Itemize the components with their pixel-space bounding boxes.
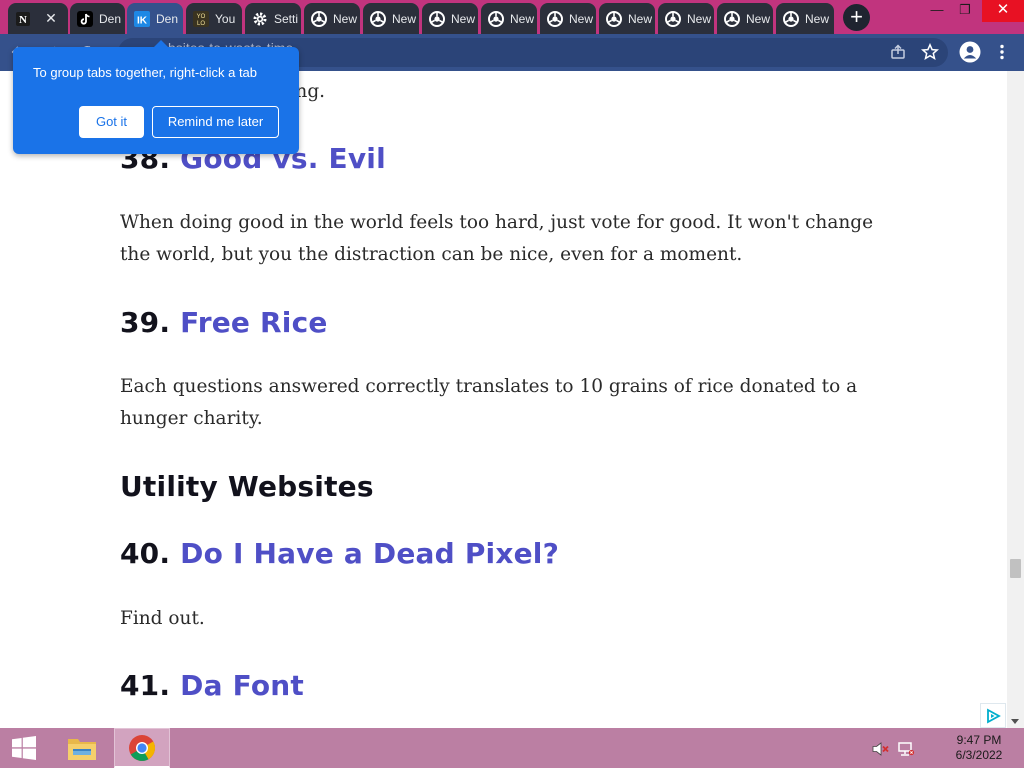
remind-me-later-button[interactable]: Remind me later bbox=[152, 106, 279, 138]
scroll-down-arrow-icon[interactable] bbox=[1011, 719, 1019, 724]
clock-date: 6/3/2022 bbox=[955, 748, 1003, 762]
tab-new-9[interactable]: New bbox=[776, 3, 834, 34]
chrome-icon bbox=[547, 10, 563, 27]
heading-item-40: 40. Do I Have a Dead Pixel? bbox=[120, 537, 559, 571]
yolo-icon: YO LO bbox=[193, 10, 209, 27]
taskbar: 9:47 PM 6/3/2022 bbox=[0, 728, 1024, 768]
profile-avatar-icon[interactable] bbox=[959, 41, 981, 63]
item-description: When doing good in the world feels too h… bbox=[120, 212, 874, 265]
clock-time: 9:47 PM bbox=[956, 733, 1002, 747]
promo-text: To group tabs together, right-click a ta… bbox=[33, 65, 258, 80]
page-viewport: nd of rain is soothing. 38. Good vs. Evi… bbox=[0, 71, 1024, 728]
notion-icon: N bbox=[15, 11, 31, 27]
tab-den-2[interactable]: IK Den bbox=[127, 3, 183, 34]
chrome-icon bbox=[429, 10, 445, 27]
window-close-icon[interactable]: ✕ bbox=[982, 0, 1024, 22]
svg-text:N: N bbox=[19, 14, 27, 26]
svg-text:IK: IK bbox=[137, 15, 148, 26]
bookmark-star-icon[interactable] bbox=[919, 41, 941, 63]
chrome-icon bbox=[311, 10, 327, 27]
new-tab-button[interactable]: + bbox=[843, 4, 870, 31]
svg-text:LO: LO bbox=[197, 21, 205, 27]
ik-icon: IK bbox=[134, 10, 150, 27]
page-scrollbar[interactable] bbox=[1007, 71, 1024, 728]
chrome-icon bbox=[783, 10, 799, 27]
item-number: 40. bbox=[120, 537, 181, 570]
got-it-button[interactable]: Got it bbox=[79, 106, 144, 138]
share-icon[interactable] bbox=[887, 41, 909, 63]
tab-den-1[interactable]: Den bbox=[70, 3, 125, 34]
svg-text:YO: YO bbox=[197, 14, 206, 20]
gear-icon bbox=[252, 11, 268, 27]
tab-new-7[interactable]: New bbox=[658, 3, 714, 34]
speaker-muted-icon[interactable] bbox=[872, 740, 890, 758]
chrome-taskbar-icon[interactable] bbox=[114, 728, 170, 768]
item-number: 39. bbox=[120, 306, 181, 339]
tab-group-promo-bubble: To group tabs together, right-click a ta… bbox=[13, 40, 299, 154]
tab-new-2[interactable]: New bbox=[363, 3, 419, 34]
scrollbar-thumb[interactable] bbox=[1010, 559, 1021, 578]
tab-new-5[interactable]: New bbox=[540, 3, 596, 34]
heading-item-41: 41. Da Font bbox=[120, 669, 304, 703]
tab-new-3[interactable]: New bbox=[422, 3, 478, 34]
chrome-icon bbox=[370, 10, 386, 27]
tab-settings[interactable]: Setti bbox=[245, 3, 301, 34]
ad-choices-icon[interactable] bbox=[980, 703, 1006, 728]
tiktok-icon bbox=[77, 10, 93, 27]
promo-arrow bbox=[153, 40, 169, 48]
chrome-icon bbox=[606, 10, 622, 27]
item-link-dead-pixel[interactable]: Do I Have a Dead Pixel? bbox=[180, 537, 559, 570]
item-number: 41. bbox=[120, 669, 181, 702]
system-clock[interactable]: 9:47 PM 6/3/2022 bbox=[944, 733, 1014, 763]
chrome-icon bbox=[488, 10, 504, 27]
network-icon[interactable] bbox=[897, 740, 915, 758]
menu-kebab-icon[interactable] bbox=[991, 41, 1013, 63]
close-tab-icon[interactable]: ✕ bbox=[42, 9, 60, 27]
section-heading: Utility Websites bbox=[120, 470, 374, 503]
item-description: Each questions answered correctly transl… bbox=[120, 376, 858, 429]
tab-strip: N ✕ Den IK Den YO LO You Setti New New Ne bbox=[0, 0, 1024, 34]
tab-new-4[interactable]: New bbox=[481, 3, 537, 34]
file-explorer-icon[interactable] bbox=[54, 728, 110, 768]
tab-new-6[interactable]: New bbox=[599, 3, 655, 34]
chrome-icon bbox=[665, 10, 681, 27]
item-link-free-rice[interactable]: Free Rice bbox=[180, 306, 327, 339]
item-link-da-font[interactable]: Da Font bbox=[180, 669, 304, 702]
windows-start-icon[interactable] bbox=[0, 728, 48, 768]
chrome-icon bbox=[724, 10, 740, 27]
tab-new-8[interactable]: New bbox=[717, 3, 773, 34]
tab-new-1[interactable]: New bbox=[304, 3, 360, 34]
item-description: Find out. bbox=[120, 608, 205, 629]
tab-notion[interactable]: N ✕ bbox=[8, 3, 68, 34]
restore-icon[interactable]: ❐ bbox=[950, 0, 980, 22]
heading-item-39: 39. Free Rice bbox=[120, 306, 328, 340]
minimize-icon[interactable]: — bbox=[922, 0, 952, 22]
tab-you[interactable]: YO LO You bbox=[186, 3, 242, 34]
